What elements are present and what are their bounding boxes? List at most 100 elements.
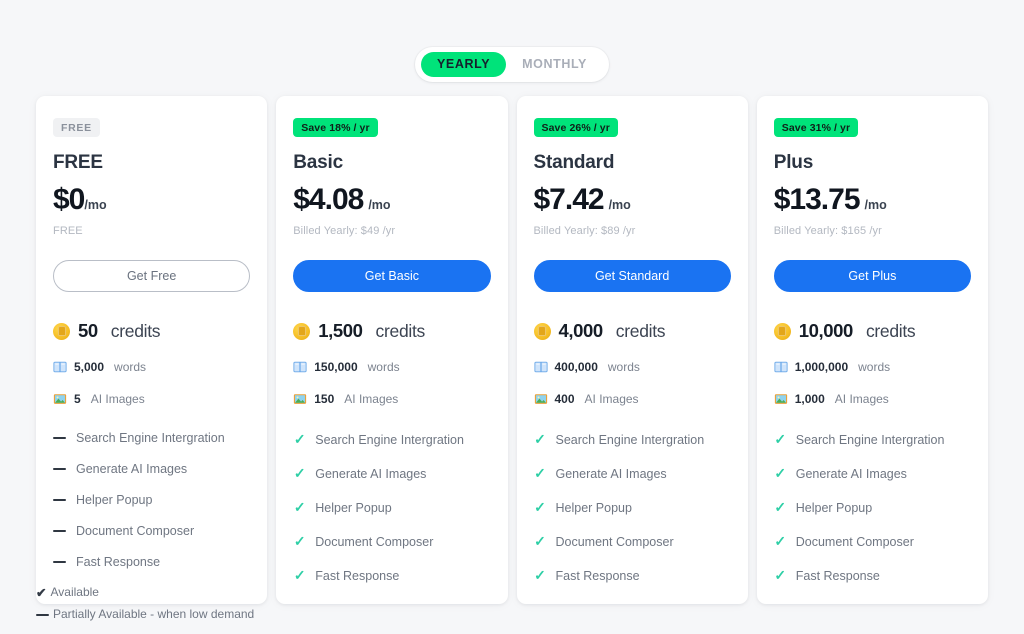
plan-words-quota: 1,000,000 words — [774, 360, 971, 374]
check-icon: ✓ — [293, 567, 306, 584]
plan-badge: Save 31% / yr — [773, 118, 859, 138]
feature-row: ✓ Search Engine Intergration — [534, 431, 731, 448]
feature-row: ✓ Generate AI Images — [293, 465, 490, 482]
book-icon — [533, 361, 548, 373]
plan-name: Standard — [533, 152, 615, 174]
plan-credits: 50 credits — [53, 320, 250, 342]
legend: ✔ Available Partially Available - when l… — [36, 585, 254, 629]
feature-label: Search Engine Intergration — [315, 432, 464, 447]
plan-credits-amount: 10,000 — [798, 320, 854, 342]
feature-row: ✓ Fast Response — [534, 567, 731, 584]
plan-images-label: AI Images — [834, 392, 889, 407]
feature-label: Document Composer — [555, 534, 674, 549]
plan-images-label: AI Images — [90, 392, 145, 407]
feature-label: Generate AI Images — [795, 466, 907, 481]
feature-label: Helper Popup — [315, 500, 392, 515]
plan-images-amount: 1,000 — [794, 392, 825, 407]
plan-features: ✓ Search Engine Intergration ✓ Generate AI … — [774, 431, 971, 584]
plan-images-quota: 150 AI Images — [293, 392, 490, 406]
check-icon: ✓ — [293, 499, 306, 516]
check-icon: ✓ — [293, 533, 306, 550]
feature-row: ✓ Fast Response — [293, 567, 490, 584]
feature-row: ✓ Fast Response — [774, 567, 971, 584]
plan-features: Search Engine Intergration Generate AI Im… — [53, 431, 250, 569]
book-icon — [53, 361, 67, 373]
feature-row: ✓ Helper Popup — [293, 499, 490, 516]
plan-price-period: /mo — [608, 198, 631, 213]
plan-images-amount: 150 — [314, 392, 335, 407]
plan-words-label: words — [858, 360, 891, 375]
plan-price-period: /mo — [84, 198, 107, 213]
feature-label: Search Engine Intergration — [795, 432, 945, 447]
plan-words-label: words — [367, 360, 400, 375]
check-icon: ✓ — [774, 431, 787, 448]
plan-credits-label: credits — [865, 320, 916, 341]
check-icon: ✓ — [534, 499, 546, 516]
feature-label: Generate AI Images — [315, 466, 427, 481]
feature-label: Fast Response — [795, 568, 880, 583]
plan-words-amount: 150,000 — [314, 360, 358, 375]
plan-price-row: $13.75/mo — [774, 183, 971, 217]
legend-partial: Partially Available - when low demand — [36, 607, 254, 623]
feature-row: ✓ Search Engine Intergration — [774, 431, 971, 448]
book-icon — [774, 361, 788, 373]
plan-price: $13.75 — [773, 183, 861, 217]
feature-label: Helper Popup — [76, 493, 153, 508]
feature-row: ✓ Helper Popup — [534, 499, 731, 516]
plan-name: FREE — [53, 152, 103, 174]
billing-toggle-option-yearly[interactable]: YEARLY — [420, 52, 507, 77]
plan-cta-button[interactable]: Get Free — [53, 260, 251, 293]
feature-label: Document Composer — [76, 524, 195, 539]
pricing-card-standard: Save 26% / yr Standard $7.42/mo Billed Year… — [516, 96, 748, 605]
plan-credits: 4,000 credits — [533, 320, 731, 342]
book-icon — [293, 361, 307, 373]
plan-features: ✓ Search Engine Intergration ✓ Generate AI … — [293, 431, 490, 584]
feature-label: Fast Response — [315, 568, 400, 583]
feature-row: Helper Popup — [53, 493, 250, 507]
plan-images-amount: 5 — [74, 392, 81, 407]
plan-features: ✓ Search Engine Intergration ✓ Generate AI … — [534, 431, 731, 584]
check-icon: ✓ — [293, 465, 306, 482]
plan-words-amount: 1,000,000 — [794, 360, 849, 375]
dash-icon — [53, 468, 66, 471]
plan-credits-label: credits — [615, 320, 666, 341]
billing-toggle-option-monthly[interactable]: MONTHLY — [506, 52, 603, 77]
feature-row: ✓ Document Composer — [534, 533, 731, 550]
legend-available-label: Available — [50, 585, 99, 600]
legend-available: ✔ Available — [36, 585, 254, 601]
feature-row: ✓ Generate AI Images — [534, 465, 731, 482]
check-icon: ✓ — [534, 533, 546, 550]
check-icon: ✓ — [293, 431, 306, 448]
plan-credits-label: credits — [110, 320, 161, 341]
feature-row: ✓ Document Composer — [293, 533, 490, 550]
check-icon: ✓ — [774, 533, 787, 550]
picture-icon — [53, 394, 67, 404]
feature-label: Document Composer — [315, 534, 434, 549]
feature-row: Search Engine Intergration — [53, 431, 250, 445]
plan-cta-button[interactable]: Get Standard — [533, 260, 731, 293]
plan-name: Plus — [773, 152, 814, 174]
plan-cta-button[interactable]: Get Plus — [773, 260, 971, 293]
plan-words-quota: 5,000 words — [53, 360, 250, 374]
picture-icon — [294, 394, 307, 404]
feature-row: ✓ Document Composer — [774, 533, 971, 550]
feature-label: Document Composer — [795, 534, 914, 549]
dash-icon — [53, 561, 66, 564]
plan-credits-amount: 50 — [78, 320, 98, 342]
feature-row: Document Composer — [53, 524, 250, 538]
plan-price: $0 — [53, 183, 85, 217]
feature-label: Generate AI Images — [76, 462, 188, 477]
billing-toggle[interactable]: YEARLY MONTHLY — [414, 47, 609, 82]
plan-credits-amount: 1,500 — [318, 320, 363, 342]
plan-images-label: AI Images — [344, 392, 399, 407]
plan-images-quota: 1,000 AI Images — [774, 392, 971, 406]
plan-credits-label: credits — [375, 320, 426, 341]
check-icon: ✓ — [534, 567, 546, 584]
plan-words-quota: 150,000 words — [293, 360, 490, 374]
plan-price-row: $7.42/mo — [534, 183, 731, 217]
feature-label: Helper Popup — [795, 500, 873, 515]
feature-label: Fast Response — [555, 568, 640, 583]
plan-images-amount: 400 — [554, 392, 575, 407]
plan-words-quota: 400,000 words — [533, 360, 731, 374]
plan-cta-button[interactable]: Get Basic — [293, 260, 491, 293]
